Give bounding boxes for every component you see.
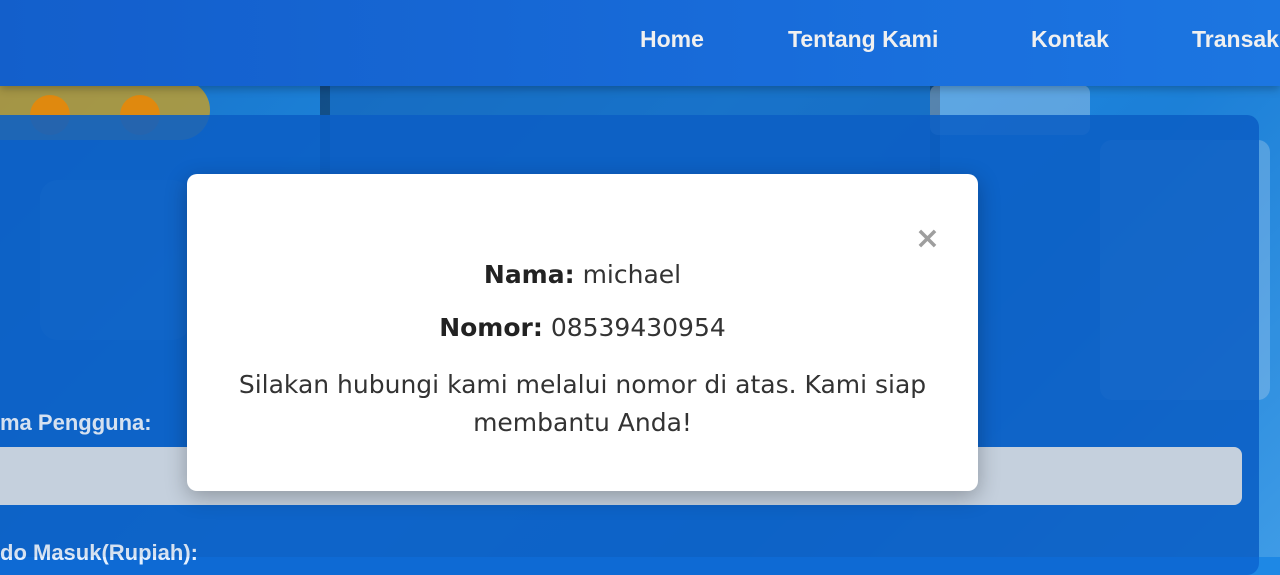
contact-modal: × Nama: michael Nomor: 08539430954 Silak… <box>187 174 978 491</box>
phone-label: Nomor: <box>439 313 543 342</box>
close-icon[interactable]: × <box>915 224 940 254</box>
contact-phone: Nomor: 08539430954 <box>187 313 978 342</box>
name-label: Nama: <box>483 260 575 289</box>
phone-value: 08539430954 <box>550 313 726 342</box>
contact-name: Nama: michael <box>187 260 978 289</box>
contact-message: Silakan hubungi kami melalui nomor di at… <box>238 370 927 437</box>
name-value: michael <box>582 260 682 289</box>
